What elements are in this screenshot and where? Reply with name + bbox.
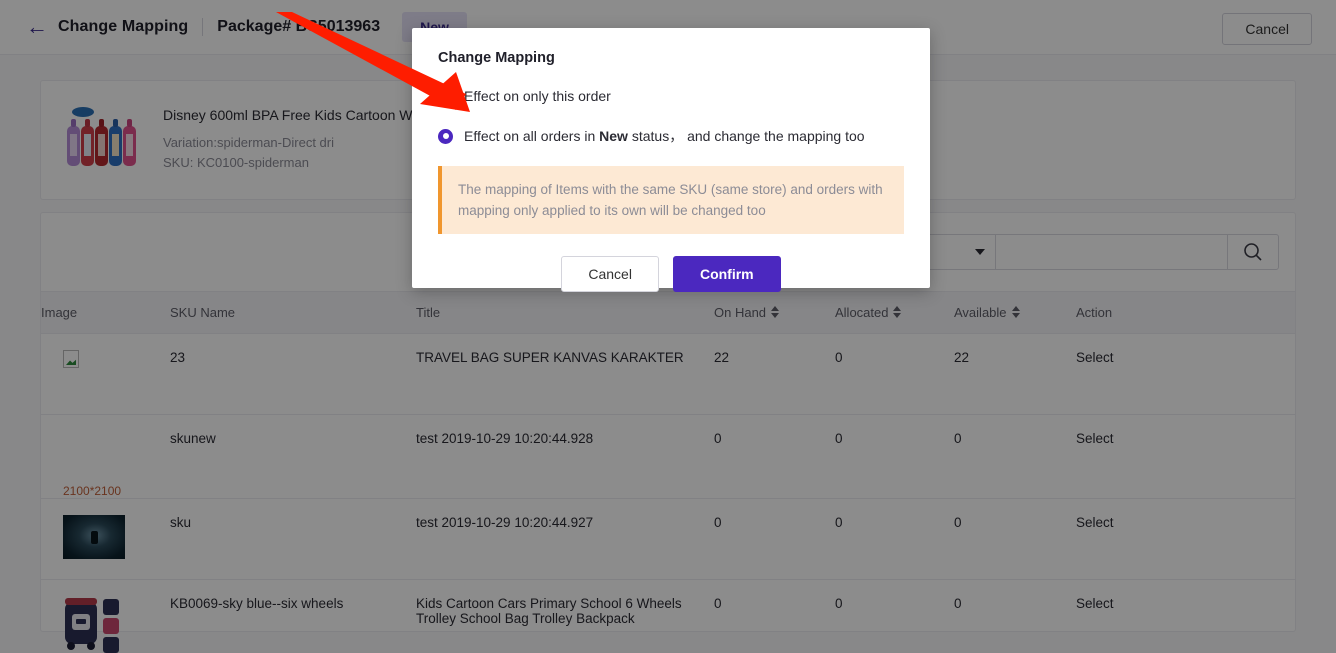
dialog-confirm-button[interactable]: Confirm: [672, 256, 781, 292]
dialog-cancel-button[interactable]: Cancel: [561, 256, 659, 292]
radio-icon-selected[interactable]: [438, 128, 453, 144]
radio-option-all-orders[interactable]: Effect on all orders in New status， and …: [438, 126, 904, 146]
change-mapping-dialog: Change Mapping Effect on only this order…: [412, 28, 930, 292]
dialog-actions: Cancel Confirm: [438, 256, 904, 292]
radio-option-this-order[interactable]: Effect on only this order: [438, 88, 904, 104]
app-root: ← Change Mapping Package# BS5013963 New …: [0, 0, 1336, 653]
notice-banner: The mapping of Items with the same SKU (…: [438, 166, 904, 234]
option-two-post: status， and change the mapping too: [627, 128, 865, 144]
option-two-bold: New: [599, 128, 628, 144]
radio-label-this-order: Effect on only this order: [464, 88, 611, 104]
dialog-title: Change Mapping: [438, 50, 555, 66]
option-two-pre: Effect on all orders in: [464, 128, 600, 144]
radio-icon-unselected[interactable]: [438, 88, 453, 104]
radio-label-all-orders: Effect on all orders in New status， and …: [464, 126, 865, 146]
